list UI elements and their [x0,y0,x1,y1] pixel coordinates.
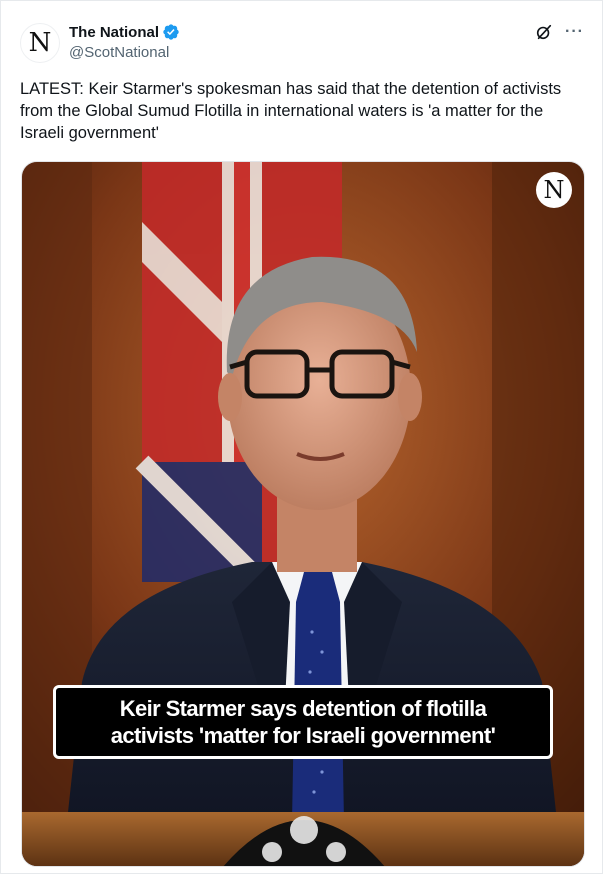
post-image[interactable]: N Keir Starmer says detention of flotill… [21,161,585,867]
account-handle[interactable]: @ScotNational [69,44,169,61]
post-card: N The National @ScotNational ··· LATEST:… [0,0,603,874]
display-name[interactable]: The National [69,24,159,41]
account-avatar[interactable]: N [20,23,60,63]
post-text: LATEST: Keir Starmer's spokesman has sai… [20,80,562,142]
more-options-icon[interactable]: ··· [565,23,584,41]
grok-icon[interactable] [535,23,553,41]
caption-line-1: Keir Starmer says detention of flotilla [119,696,487,721]
avatar-letter: N [28,28,52,58]
image-caption: Keir Starmer says detention of flotilla … [53,685,553,759]
name-row: The National [69,23,180,41]
photo-starmer [22,162,584,866]
top-actions: ··· [535,23,584,41]
watermark-letter: N [543,176,565,204]
caption-line-2: activists 'matter for Israeli government… [110,723,496,748]
watermark-logo: N [536,172,572,208]
verified-badge-icon [163,24,179,40]
